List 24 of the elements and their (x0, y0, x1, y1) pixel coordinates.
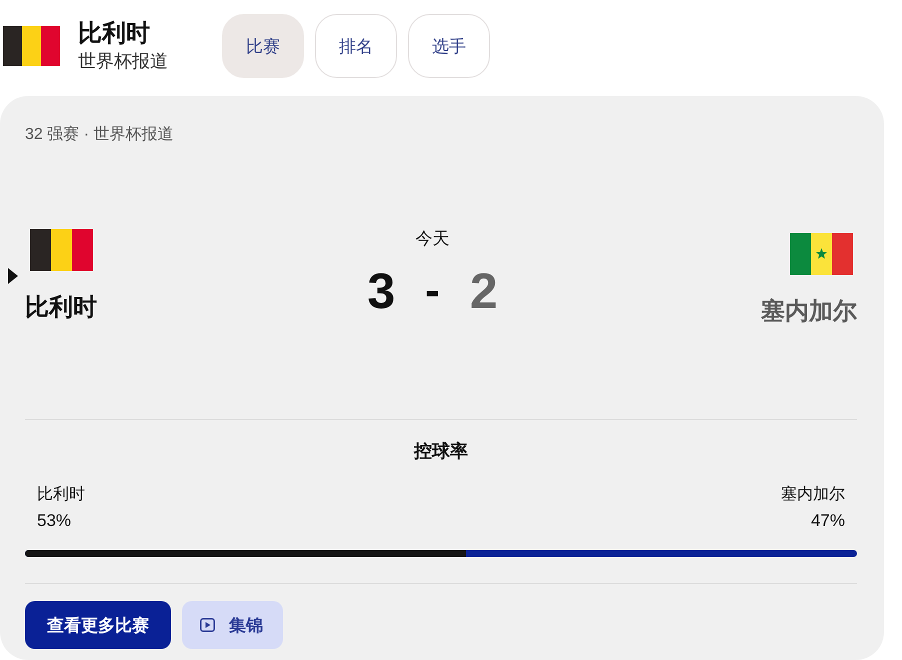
team-label: 塞内加尔 (781, 485, 845, 505)
page-subtitle: 世界杯报道 (78, 50, 168, 73)
team-label: 比利时 (37, 485, 85, 505)
percentage: 47% (810, 511, 845, 531)
date-label: 今天 (416, 229, 450, 249)
tab[interactable]: 排名 (315, 14, 397, 78)
tab[interactable]: 选手 (408, 14, 490, 78)
percentage: 53% (37, 511, 72, 531)
flag-icon (3, 26, 60, 66)
page-title: 比利时 (78, 19, 150, 49)
flag-icon (30, 229, 93, 271)
score: 2 (470, 263, 498, 319)
action-button[interactable]: 查看更多比赛 (25, 601, 171, 649)
score-separator: - (425, 265, 440, 317)
team-name: 塞内加尔 (761, 297, 857, 327)
tab[interactable]: 比赛 (222, 14, 304, 78)
team-name: 比利时 (25, 293, 97, 323)
section-title: 控球率 (414, 440, 468, 462)
play-icon (200, 618, 215, 632)
flag-icon (790, 233, 853, 275)
action-button[interactable]: 集锦 (182, 601, 283, 649)
caret-icon (8, 268, 18, 284)
score: 3 (367, 263, 396, 319)
stage-label: 32 强赛 · 世界杯报道 (25, 125, 174, 145)
